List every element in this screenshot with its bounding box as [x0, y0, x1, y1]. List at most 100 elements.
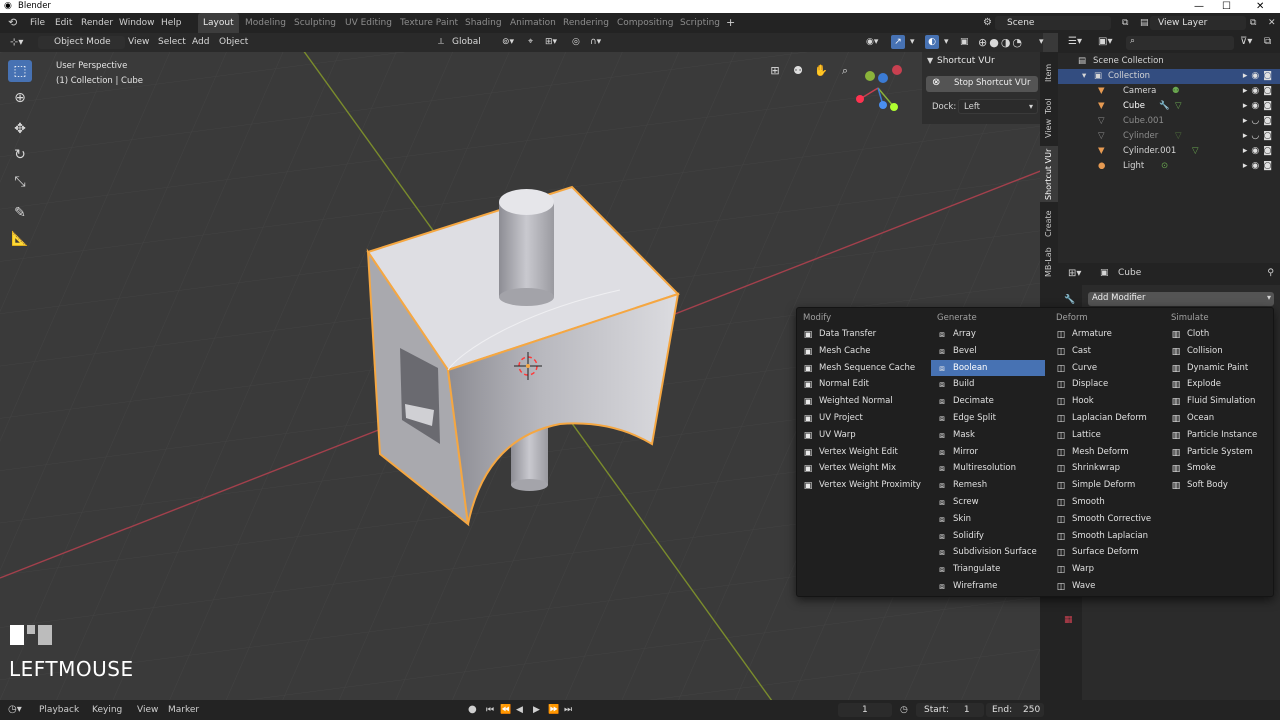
menu-item-bevel[interactable]: ⧈ Bevel — [931, 343, 1045, 359]
overlay-toggle-icon[interactable]: ◐ — [925, 35, 939, 49]
scene-icon[interactable]: ⚙ — [983, 13, 992, 33]
falloff-icon[interactable]: ∩▾ — [590, 33, 601, 52]
menu-item-weighted-normal[interactable]: ▣ Weighted Normal — [797, 393, 921, 409]
outliner-row-cylinder-001[interactable]: ▼ Cylinder.001 ▽ ▸◉◙ — [1058, 144, 1280, 159]
cursor-tool-icon[interactable]: ⊕ — [8, 87, 32, 109]
tab-shading[interactable]: Shading — [465, 13, 502, 33]
menu-item-normal-edit[interactable]: ▣ Normal Edit — [797, 376, 921, 392]
remove-view-layer-icon[interactable]: ✕ — [1268, 13, 1276, 33]
menu-item-shrinkwrap[interactable]: ◫ Shrinkwrap — [1050, 460, 1160, 476]
menu-select[interactable]: Select — [158, 33, 186, 52]
menu-timeline-view[interactable]: View — [137, 700, 158, 720]
tab-shortcut-vur[interactable]: Shortcut VUr — [1040, 146, 1058, 202]
tab-mb-lab[interactable]: MB-Lab — [1040, 244, 1058, 280]
menu-item-lattice[interactable]: ◫ Lattice — [1050, 427, 1160, 443]
outliner-row-camera[interactable]: ▼ Camera ⚉ ▸◉◙ — [1058, 84, 1280, 99]
menu-item-mirror[interactable]: ⧈ Mirror — [931, 444, 1045, 460]
blender-menu-icon[interactable]: ⟲ — [8, 13, 17, 33]
menu-item-wave[interactable]: ◫ Wave — [1050, 578, 1160, 594]
menu-item-dynamic-paint[interactable]: ▥ Dynamic Paint — [1165, 360, 1265, 376]
menu-item-displace[interactable]: ◫ Displace — [1050, 376, 1160, 392]
menu-item-triangulate[interactable]: ⧈ Triangulate — [931, 561, 1045, 577]
pan-hand-icon[interactable]: ✋ — [812, 62, 830, 80]
menu-item-smooth-corrective[interactable]: ◫ Smooth Corrective — [1050, 511, 1160, 527]
xray-icon[interactable]: ▣ — [960, 33, 969, 52]
menu-item-subdivision-surface[interactable]: ⧈ Subdivision Surface — [931, 544, 1045, 560]
move-tool-icon[interactable]: ✥ — [8, 118, 32, 140]
outliner-row-cube-001[interactable]: ▽ Cube.001 ▸◡◙ — [1058, 114, 1280, 129]
menu-file[interactable]: File — [30, 13, 45, 33]
minimize-icon[interactable]: — — [1194, 0, 1204, 13]
menu-item-decimate[interactable]: ⧈ Decimate — [931, 393, 1045, 409]
cylinder-upper[interactable] — [499, 189, 554, 306]
tab-texture-paint[interactable]: Texture Paint — [400, 13, 458, 33]
menu-window[interactable]: Window — [119, 13, 155, 33]
tab-rendering[interactable]: Rendering — [563, 13, 609, 33]
menu-item-cloth[interactable]: ▥ Cloth — [1165, 326, 1265, 342]
tab-scripting[interactable]: Scripting — [680, 13, 720, 33]
gizmo-dropdown-icon[interactable]: ▾ — [910, 33, 915, 52]
tab-sculpting[interactable]: Sculpting — [294, 13, 336, 33]
measure-tool-icon[interactable]: 📐 — [8, 228, 32, 250]
menu-item-uv-project[interactable]: ▣ UV Project — [797, 410, 921, 426]
menu-item-mesh-deform[interactable]: ◫ Mesh Deform — [1050, 444, 1160, 460]
stop-shortcut-vur-button[interactable]: ⊗ Stop Shortcut VUr — [926, 76, 1038, 92]
zoom-icon[interactable]: ⌕ — [836, 62, 854, 80]
menu-item-smooth[interactable]: ◫ Smooth — [1050, 494, 1160, 510]
tab-view[interactable]: View — [1040, 114, 1058, 144]
snap-target-icon[interactable]: ⊞▾ — [545, 33, 557, 52]
end-frame-field[interactable]: End: 250 — [986, 703, 1044, 717]
panel-collapse-icon[interactable]: ▼ — [927, 56, 933, 65]
menu-item-edge-split[interactable]: ⧈ Edge Split — [931, 410, 1045, 426]
outliner-editor-icon[interactable]: ☰▾ — [1068, 36, 1082, 47]
menu-item-build[interactable]: ⧈ Build — [931, 376, 1045, 392]
menu-item-armature[interactable]: ◫ Armature — [1050, 326, 1160, 342]
current-frame-field[interactable]: 1 — [838, 703, 892, 717]
texture-tab-icon[interactable]: ▦ — [1064, 615, 1073, 625]
shading-modes[interactable]: ⊕●◑◔ — [978, 33, 1024, 52]
menu-item-surface-deform[interactable]: ◫ Surface Deform — [1050, 544, 1160, 560]
clock-icon[interactable]: ◷ — [900, 700, 908, 720]
menu-item-data-transfer[interactable]: ▣ Data Transfer — [797, 326, 921, 342]
close-icon[interactable]: ✕ — [1256, 0, 1264, 13]
new-scene-icon[interactable]: ⧉ — [1122, 13, 1128, 33]
menu-item-curve[interactable]: ◫ Curve — [1050, 360, 1160, 376]
menu-item-array[interactable]: ⧈ Array — [931, 326, 1045, 342]
shading-dropdown-icon[interactable]: ▾ — [1039, 33, 1044, 52]
menu-object[interactable]: Object — [219, 33, 248, 52]
modifier-tab-icon[interactable]: 🔧 — [1064, 295, 1075, 305]
view-layer-icon[interactable]: ▤ — [1140, 13, 1149, 33]
camera-view-icon[interactable]: ⚉ — [789, 62, 807, 80]
play-icon[interactable]: ▶ — [533, 700, 540, 720]
menu-item-particle-instance[interactable]: ▥ Particle Instance — [1165, 427, 1265, 443]
menu-item-warp[interactable]: ◫ Warp — [1050, 561, 1160, 577]
outliner-search-input[interactable]: ⌕ — [1126, 36, 1234, 50]
menu-item-screw[interactable]: ⧈ Screw — [931, 494, 1045, 510]
add-workspace-button[interactable]: + — [726, 13, 735, 33]
rotate-tool-icon[interactable]: ↻ — [8, 144, 32, 166]
properties-editor-icon[interactable]: ⊞▾ — [1068, 268, 1081, 279]
menu-item-hook[interactable]: ◫ Hook — [1050, 393, 1160, 409]
menu-item-boolean[interactable]: ⧈ Boolean — [931, 359, 1045, 376]
menu-item-solidify[interactable]: ⧈ Solidify — [931, 528, 1045, 544]
menu-help[interactable]: Help — [161, 13, 182, 33]
menu-item-wireframe[interactable]: ⧈ Wireframe — [931, 578, 1045, 594]
menu-item-fluid-simulation[interactable]: ▥ Fluid Simulation — [1165, 393, 1265, 409]
menu-item-remesh[interactable]: ⧈ Remesh — [931, 477, 1045, 493]
start-frame-field[interactable]: Start: 1 — [916, 703, 984, 717]
add-modifier-button[interactable]: Add Modifier ▾ — [1088, 292, 1274, 306]
menu-item-simple-deform[interactable]: ◫ Simple Deform — [1050, 477, 1160, 493]
collection-visibility-icons[interactable]: ▸◉◙ — [1243, 69, 1276, 84]
toggle-camera-view-icon[interactable]: ⊞ — [766, 62, 784, 80]
menu-item-laplacian-deform[interactable]: ◫ Laplacian Deform — [1050, 410, 1160, 426]
filter-icon[interactable]: ⊽▾ — [1240, 36, 1252, 47]
menu-item-explode[interactable]: ▥ Explode — [1165, 376, 1265, 392]
menu-keying[interactable]: Keying — [92, 700, 122, 720]
pivot-icon[interactable]: ⊚▾ — [502, 33, 514, 52]
menu-item-particle-system[interactable]: ▥ Particle System — [1165, 444, 1265, 460]
menu-item-vertex-weight-edit[interactable]: ▣ Vertex Weight Edit — [797, 444, 921, 460]
view-layer-field[interactable]: View Layer — [1150, 16, 1246, 30]
tab-animation[interactable]: Animation — [510, 13, 556, 33]
scene-field[interactable]: Scene — [995, 16, 1111, 30]
new-collection-icon[interactable]: ⧉ — [1264, 36, 1271, 47]
